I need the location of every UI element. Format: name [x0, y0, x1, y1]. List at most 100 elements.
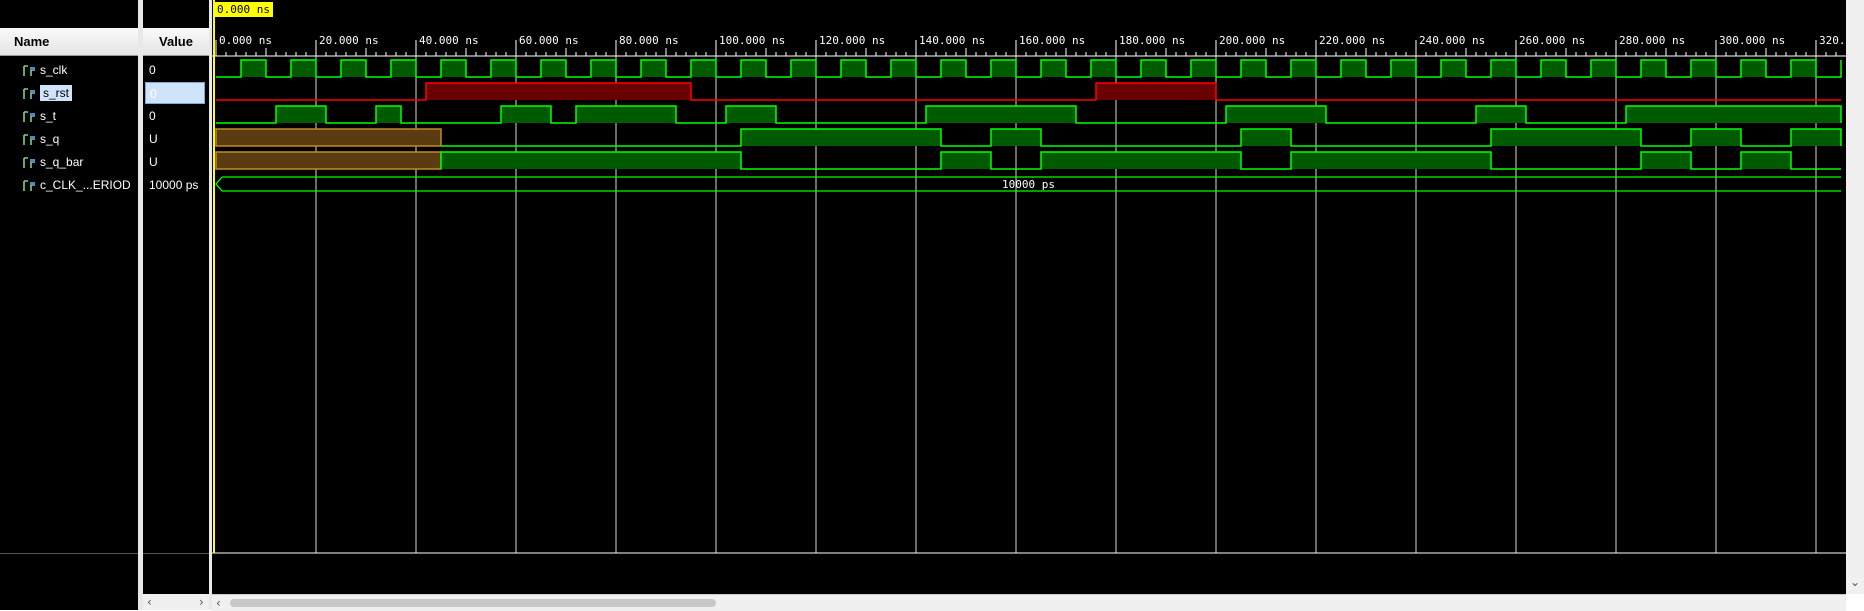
high-fill	[1096, 83, 1216, 100]
high-fill	[741, 129, 941, 146]
signal-name: s_t	[40, 109, 57, 123]
ruler-tick-label: 280.000 ns	[1619, 34, 1685, 47]
clock-high-fill	[941, 60, 966, 77]
high-fill	[1241, 129, 1291, 146]
ruler-tick-label: 20.000 ns	[319, 34, 379, 47]
ruler-tick-label: 180.000 ns	[1119, 34, 1185, 47]
name-column-header[interactable]: Name	[0, 28, 138, 56]
signal-icon	[23, 157, 35, 168]
clock-high-fill	[591, 60, 616, 77]
clock-high-fill	[1391, 60, 1416, 77]
signal-name-row[interactable]: s_clk	[22, 59, 67, 81]
high-fill	[1691, 129, 1741, 146]
clock-high-fill	[891, 60, 916, 77]
signal-value[interactable]: 10000 ps	[145, 174, 205, 196]
signal-value[interactable]: 0	[145, 59, 205, 81]
clock-high-fill	[291, 60, 316, 77]
high-fill	[726, 106, 776, 123]
signal-icon	[23, 88, 35, 99]
ruler-tick-label: 260.000 ns	[1519, 34, 1585, 47]
clock-high-fill	[1791, 60, 1816, 77]
clock-high-fill	[1091, 60, 1116, 77]
high-fill	[941, 152, 991, 169]
ruler-tick-label: 200.000 ns	[1219, 34, 1285, 47]
signal-name: s_q_bar	[40, 155, 84, 169]
ruler-tick-label: 60.000 ns	[519, 34, 579, 47]
high-fill	[926, 106, 1076, 123]
high-fill	[276, 106, 326, 123]
scroll-left-icon[interactable]: ‹	[216, 596, 221, 610]
signal-value[interactable]: 0	[145, 105, 205, 127]
signal-value[interactable]: U	[145, 128, 205, 150]
ruler-tick-label: 120.000 ns	[819, 34, 885, 47]
scroll-down-icon[interactable]: ⌄	[1850, 575, 1860, 589]
ruler-tick-label: 140.000 ns	[919, 34, 985, 47]
waveform-panel[interactable]: 0.000 ns 20.000 ns 40.000 ns 60.000 ns 80.00…	[212, 0, 1846, 594]
bus-value-label: 10000 ps	[1002, 178, 1055, 191]
high-fill	[991, 129, 1041, 146]
signal-name-row[interactable]: s_q_bar	[22, 151, 83, 173]
clock-high-fill	[1741, 60, 1766, 77]
signal-value[interactable]: U	[145, 151, 205, 173]
ruler-tick-label: 40.000 ns	[419, 34, 479, 47]
clock-high-fill	[1591, 60, 1616, 77]
ruler-tick-label: 320.	[1819, 34, 1846, 47]
clock-high-fill	[441, 60, 466, 77]
signal-name-row[interactable]: c_CLK_...ERIOD	[22, 174, 131, 196]
value-column-header[interactable]: Value	[143, 28, 209, 56]
signal-name-row[interactable]: s_rst	[22, 82, 73, 104]
constant-icon	[23, 180, 35, 191]
clock-high-fill	[1141, 60, 1166, 77]
values-hscroll[interactable]: ‹ ›	[143, 594, 209, 610]
ruler-tick-label: 240.000 ns	[1419, 34, 1485, 47]
hscroll-thumb[interactable]	[230, 599, 716, 607]
clock-high-fill	[1541, 60, 1566, 77]
waveform-canvas[interactable]: 0.000 ns 20.000 ns 40.000 ns 60.000 ns 80.00…	[212, 0, 1846, 594]
scroll-left-icon[interactable]: ‹	[147, 595, 152, 609]
signal-value[interactable]: 0	[145, 82, 205, 104]
ruler-tick-label: 220.000 ns	[1319, 34, 1385, 47]
high-fill	[376, 106, 401, 123]
clock-high-fill	[1441, 60, 1466, 77]
high-fill	[1476, 106, 1526, 123]
high-fill	[501, 106, 551, 123]
clock-high-fill	[691, 60, 716, 77]
high-fill	[1791, 129, 1841, 146]
high-fill	[1226, 106, 1326, 123]
ruler-tick-label: 80.000 ns	[619, 34, 679, 47]
signal-name: s_clk	[40, 63, 68, 77]
scroll-right-icon[interactable]: ›	[199, 595, 204, 609]
clock-high-fill	[1691, 60, 1716, 77]
high-fill	[426, 83, 691, 100]
clock-high-fill	[741, 60, 766, 77]
clock-high-fill	[1491, 60, 1516, 77]
waveform-hscroll[interactable]: ‹	[212, 594, 1846, 611]
clock-high-fill	[1641, 60, 1666, 77]
ruler-tick-label: 0.000 ns	[219, 34, 272, 47]
high-fill	[1641, 152, 1691, 169]
signal-icon	[23, 134, 35, 145]
signal-name: c_CLK_...ERIOD	[40, 178, 131, 192]
cursor-time-label[interactable]: 0.000 ns	[214, 2, 273, 17]
clock-high-fill	[1041, 60, 1066, 77]
high-fill	[1491, 129, 1641, 146]
clock-high-fill	[1291, 60, 1316, 77]
clock-high-fill	[641, 60, 666, 77]
high-fill	[576, 106, 676, 123]
clock-high-fill	[841, 60, 866, 77]
clock-high-fill	[491, 60, 516, 77]
undefined-region	[215, 151, 442, 170]
signal-name-row[interactable]: s_t	[22, 105, 56, 127]
clock-high-fill	[341, 60, 366, 77]
clock-high-fill	[541, 60, 566, 77]
signal-name: s_rst	[40, 85, 73, 101]
signal-icon	[23, 111, 35, 122]
clock-high-fill	[1241, 60, 1266, 77]
high-fill	[441, 152, 741, 169]
names-footer-divider	[0, 553, 138, 554]
signal-name-row[interactable]: s_q	[22, 128, 59, 150]
ruler-tick-label: 300.000 ns	[1719, 34, 1785, 47]
clock-high-fill	[791, 60, 816, 77]
waveform-vscroll[interactable]: ⌄	[1846, 0, 1864, 594]
signal-icon	[23, 65, 35, 76]
